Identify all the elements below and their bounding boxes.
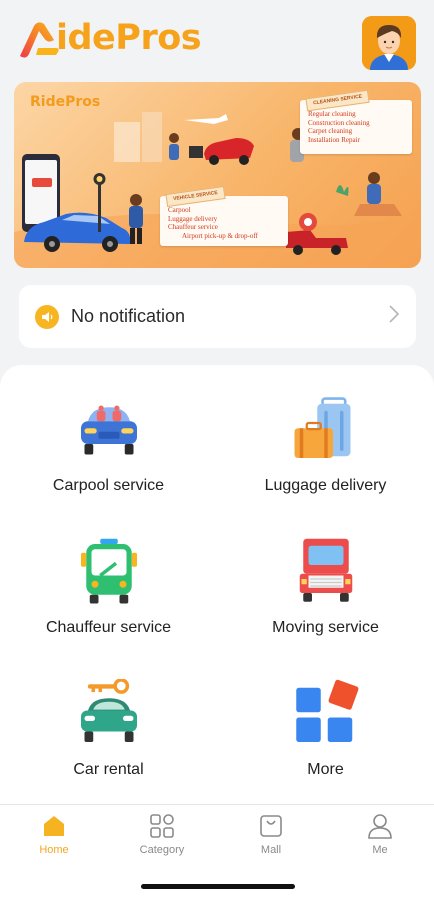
service-label: Chauffeur service: [45, 619, 172, 636]
logo-text: idePros: [56, 18, 202, 58]
luggage-delivery-button[interactable]: Luggage delivery: [217, 365, 434, 495]
app-logo: idePros: [18, 16, 202, 60]
car-icon: [80, 405, 137, 455]
service-label: Moving service: [272, 619, 379, 636]
chevron-right-icon: [388, 304, 400, 329]
tab-home[interactable]: Home: [0, 811, 108, 861]
logo-mark-icon: [18, 18, 60, 58]
truck-icon: [299, 538, 352, 602]
vehicle-item: Airport pick-up & drop-off: [182, 231, 258, 240]
car-key-icon: [80, 679, 137, 742]
moving-service-button[interactable]: Moving service: [217, 507, 434, 637]
chauffeur-service-button[interactable]: Chauffeur service: [0, 507, 217, 637]
tab-label: Mall: [260, 844, 282, 856]
app-header: idePros: [0, 0, 434, 80]
avatar-icon: [362, 16, 416, 70]
cleaning-item: Carpet cleaning: [308, 127, 353, 135]
service-label: Car rental: [73, 761, 144, 778]
luggage-icon: [294, 397, 350, 458]
cleaning-service-card: CLEANING SERVICE Regular cleaning Constr…: [300, 89, 412, 154]
carpool-service-button[interactable]: Carpool service: [0, 365, 217, 495]
banner-logo: RidePros: [30, 94, 101, 110]
vehicle-item: Chauffeur service: [168, 223, 218, 231]
vehicle-item: Carpool: [168, 206, 191, 214]
tab-category[interactable]: Category: [108, 811, 216, 861]
services-panel: Carpool service Luggage delivery Chauffe…: [0, 365, 434, 805]
cleaning-item: Regular cleaning: [308, 110, 356, 118]
tab-label: Category: [139, 844, 185, 856]
service-label: Luggage delivery: [264, 477, 387, 494]
vehicle-service-card: VEHICLE SERVICE Carpool Luggage delivery…: [160, 185, 288, 246]
notification-text: No notification: [71, 306, 186, 326]
cleaning-item: Construction cleaning: [308, 118, 370, 127]
tab-me[interactable]: Me: [326, 811, 434, 861]
service-label: More: [307, 761, 344, 778]
cleaning-item: Installation Repair: [308, 135, 360, 144]
speaker-icon: [35, 304, 59, 329]
vehicle-item: Luggage delivery: [168, 214, 218, 223]
more-services-button[interactable]: More: [217, 649, 434, 779]
tab-label: Me: [372, 844, 388, 856]
promo-banner[interactable]: RidePros CLEANING SERVICE Regular cleani…: [14, 82, 421, 268]
bag-icon: [260, 815, 282, 837]
service-label: Carpool service: [52, 477, 165, 494]
bus-icon: [80, 538, 137, 604]
tab-mall[interactable]: Mall: [217, 811, 325, 861]
tab-label: Home: [39, 844, 69, 856]
person-icon: [368, 814, 392, 839]
avatar-button[interactable]: [362, 16, 416, 70]
notification-bar[interactable]: No notification: [19, 285, 416, 348]
grid-more-icon: [295, 679, 358, 742]
category-icon: [150, 814, 174, 838]
car-rental-button[interactable]: Car rental: [0, 649, 217, 779]
home-icon: [44, 816, 64, 836]
home-indicator: [141, 884, 295, 889]
